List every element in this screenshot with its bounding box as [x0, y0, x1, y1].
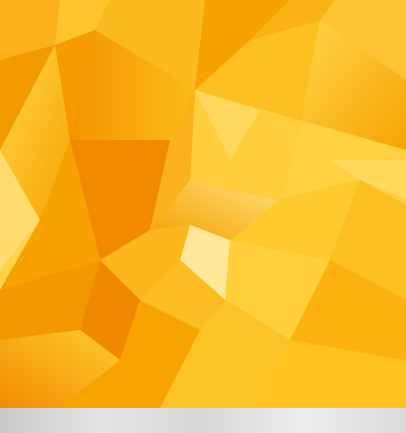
canvas: [0, 0, 406, 433]
bottom-gray-strip: [0, 408, 406, 433]
low-poly-orange-artwork: [0, 0, 406, 408]
